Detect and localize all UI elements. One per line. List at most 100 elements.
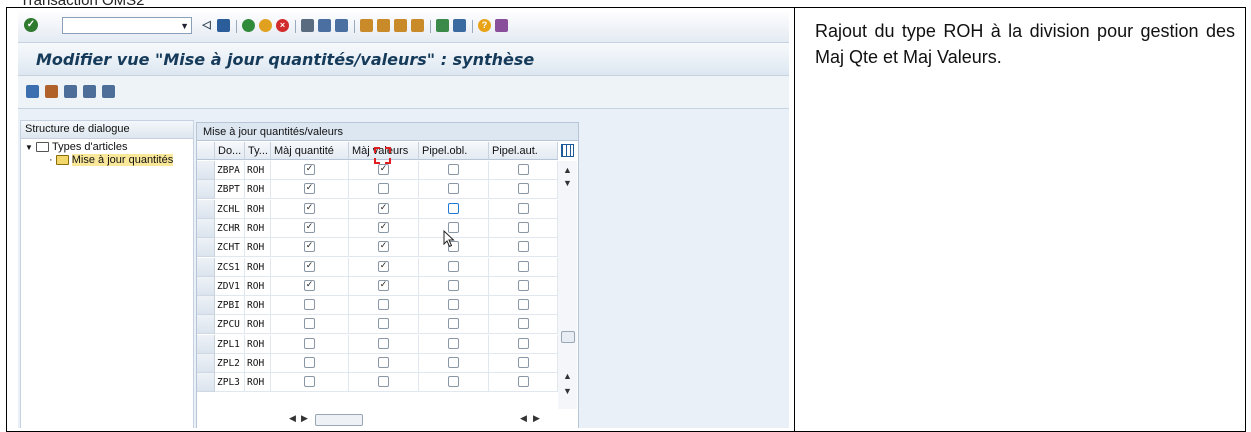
new-session-icon[interactable]	[436, 19, 449, 32]
row-selector[interactable]	[197, 257, 215, 277]
qty-update-checkbox[interactable]	[304, 376, 315, 388]
column-header-pipeline-allowed[interactable]: Pipel.aut.	[489, 142, 558, 160]
value-update-checkbox[interactable]: ✓	[378, 202, 389, 214]
row-selector[interactable]	[197, 276, 215, 296]
value-update-checkbox[interactable]: ✓	[378, 164, 389, 175]
pipeline-mandatory-checkbox[interactable]	[448, 183, 459, 195]
pipeline-allowed-checkbox[interactable]	[517, 357, 529, 368]
help-icon[interactable]: ?	[478, 19, 491, 32]
scroll-down-icon[interactable]: ▼	[563, 178, 572, 188]
scroll-down-icon[interactable]: ▼	[563, 386, 572, 396]
pipeline-allowed-checkbox[interactable]	[517, 202, 529, 214]
pipeline-allowed-checkbox[interactable]	[517, 279, 529, 291]
qty-update-checkbox[interactable]: ✓	[304, 241, 315, 253]
scroll-right-icon[interactable]: ▶	[533, 413, 540, 424]
value-update-checkbox[interactable]	[378, 337, 389, 349]
qty-update-checkbox[interactable]: ✓	[304, 164, 315, 175]
value-update-checkbox[interactable]	[378, 376, 389, 388]
print-icon[interactable]	[301, 19, 314, 32]
value-update-checkbox[interactable]	[378, 357, 389, 368]
qty-update-checkbox[interactable]: ✓	[304, 183, 315, 195]
scroll-thumb[interactable]	[315, 414, 363, 426]
table-settings-icon[interactable]	[561, 144, 574, 157]
value-update-checkbox[interactable]: ✓	[378, 279, 389, 291]
row-selector[interactable]	[197, 238, 215, 258]
back-icon[interactable]	[242, 19, 255, 32]
select-all-column[interactable]	[197, 142, 215, 160]
value-update-checkbox[interactable]: ✓	[378, 260, 389, 272]
row-selector[interactable]	[197, 180, 215, 200]
row-selector[interactable]	[197, 296, 215, 316]
value-update-checkbox[interactable]	[378, 183, 389, 195]
find-next-icon[interactable]	[335, 19, 348, 32]
row-selector[interactable]	[197, 315, 215, 335]
chevron-down-icon[interactable]: ▼	[180, 18, 189, 34]
exit-icon[interactable]	[259, 19, 272, 32]
qty-update-checkbox[interactable]	[304, 318, 315, 330]
last-page-icon[interactable]	[411, 19, 424, 32]
qty-update-checkbox[interactable]: ✓	[304, 221, 315, 233]
qty-update-checkbox[interactable]	[304, 357, 315, 368]
row-selector[interactable]	[197, 334, 215, 354]
vertical-scrollbar[interactable]: ▲ ▼ ▲ ▼	[558, 161, 577, 409]
row-selector[interactable]	[197, 161, 215, 180]
shortcut-icon[interactable]	[453, 19, 466, 32]
pipeline-allowed-checkbox[interactable]	[517, 318, 529, 330]
other-entry-icon[interactable]	[45, 85, 58, 98]
pipeline-allowed-checkbox[interactable]	[517, 299, 529, 311]
previous-page-icon[interactable]	[377, 19, 390, 32]
scroll-left-icon[interactable]: ◀	[520, 413, 527, 424]
first-page-icon[interactable]	[360, 19, 373, 32]
column-header-type[interactable]: Ty...	[245, 142, 271, 160]
cancel-icon[interactable]: ×	[276, 19, 289, 32]
scroll-thumb[interactable]	[561, 331, 575, 343]
qty-update-checkbox[interactable]: ✓	[304, 279, 315, 291]
row-selector[interactable]	[197, 218, 215, 238]
column-header-division[interactable]: Do...	[215, 142, 245, 160]
row-selector[interactable]	[197, 199, 215, 219]
value-update-checkbox[interactable]	[378, 299, 389, 311]
value-update-checkbox[interactable]: ✓	[378, 221, 389, 233]
pipeline-mandatory-checkbox[interactable]	[448, 318, 459, 330]
pipeline-mandatory-checkbox[interactable]	[448, 376, 459, 388]
qty-update-checkbox[interactable]	[304, 299, 315, 311]
scroll-up-icon[interactable]: ▲	[563, 165, 572, 175]
row-selector[interactable]	[197, 354, 215, 373]
column-header-qty-update[interactable]: Màj quantité	[271, 142, 349, 160]
pipeline-allowed-checkbox[interactable]	[517, 241, 529, 253]
command-field[interactable]: ▼	[62, 17, 192, 34]
horizontal-scrollbar[interactable]: ◀ ▶ ◀ ▶	[277, 412, 557, 428]
pipeline-mandatory-checkbox[interactable]	[448, 357, 459, 368]
scroll-up-icon[interactable]: ▲	[563, 371, 572, 381]
next-page-icon[interactable]	[394, 19, 407, 32]
enter-check-icon[interactable]: ✓	[24, 18, 38, 32]
pipeline-allowed-checkbox[interactable]	[517, 164, 529, 175]
find-icon[interactable]	[318, 19, 331, 32]
pipeline-mandatory-checkbox[interactable]	[448, 202, 459, 214]
pipeline-mandatory-checkbox[interactable]	[448, 260, 459, 272]
deselect-all-icon[interactable]	[102, 85, 115, 98]
tree-node-mise-a-jour[interactable]: · Mise à jour quantités	[49, 154, 174, 167]
tree-node-types-articles[interactable]: ▼ Types d'articles	[25, 141, 127, 154]
pipeline-allowed-checkbox[interactable]	[517, 376, 529, 388]
row-selector[interactable]	[197, 373, 215, 393]
save-icon[interactable]	[217, 19, 230, 32]
scroll-left-icon[interactable]: ◀	[289, 413, 296, 424]
pipeline-mandatory-checkbox[interactable]	[448, 337, 459, 349]
caret-down-icon[interactable]: ▼	[25, 143, 33, 152]
display-change-icon[interactable]	[26, 85, 39, 98]
value-update-checkbox[interactable]	[378, 318, 389, 330]
pipeline-mandatory-checkbox[interactable]	[448, 164, 459, 175]
select-all-icon[interactable]	[64, 85, 77, 98]
qty-update-checkbox[interactable]: ✓	[304, 202, 315, 214]
pipeline-allowed-checkbox[interactable]	[517, 183, 529, 195]
column-header-pipeline-mandatory[interactable]: Pipel.obl.	[419, 142, 489, 160]
pipeline-allowed-checkbox[interactable]	[517, 337, 529, 349]
pipeline-mandatory-checkbox[interactable]	[448, 279, 459, 291]
layout-menu-icon[interactable]	[495, 19, 508, 32]
select-block-icon[interactable]	[83, 85, 96, 98]
pipeline-allowed-checkbox[interactable]	[517, 260, 529, 272]
scroll-right-icon[interactable]: ▶	[301, 413, 308, 424]
pipeline-mandatory-checkbox[interactable]	[448, 299, 459, 311]
value-update-checkbox[interactable]: ✓	[378, 241, 389, 253]
